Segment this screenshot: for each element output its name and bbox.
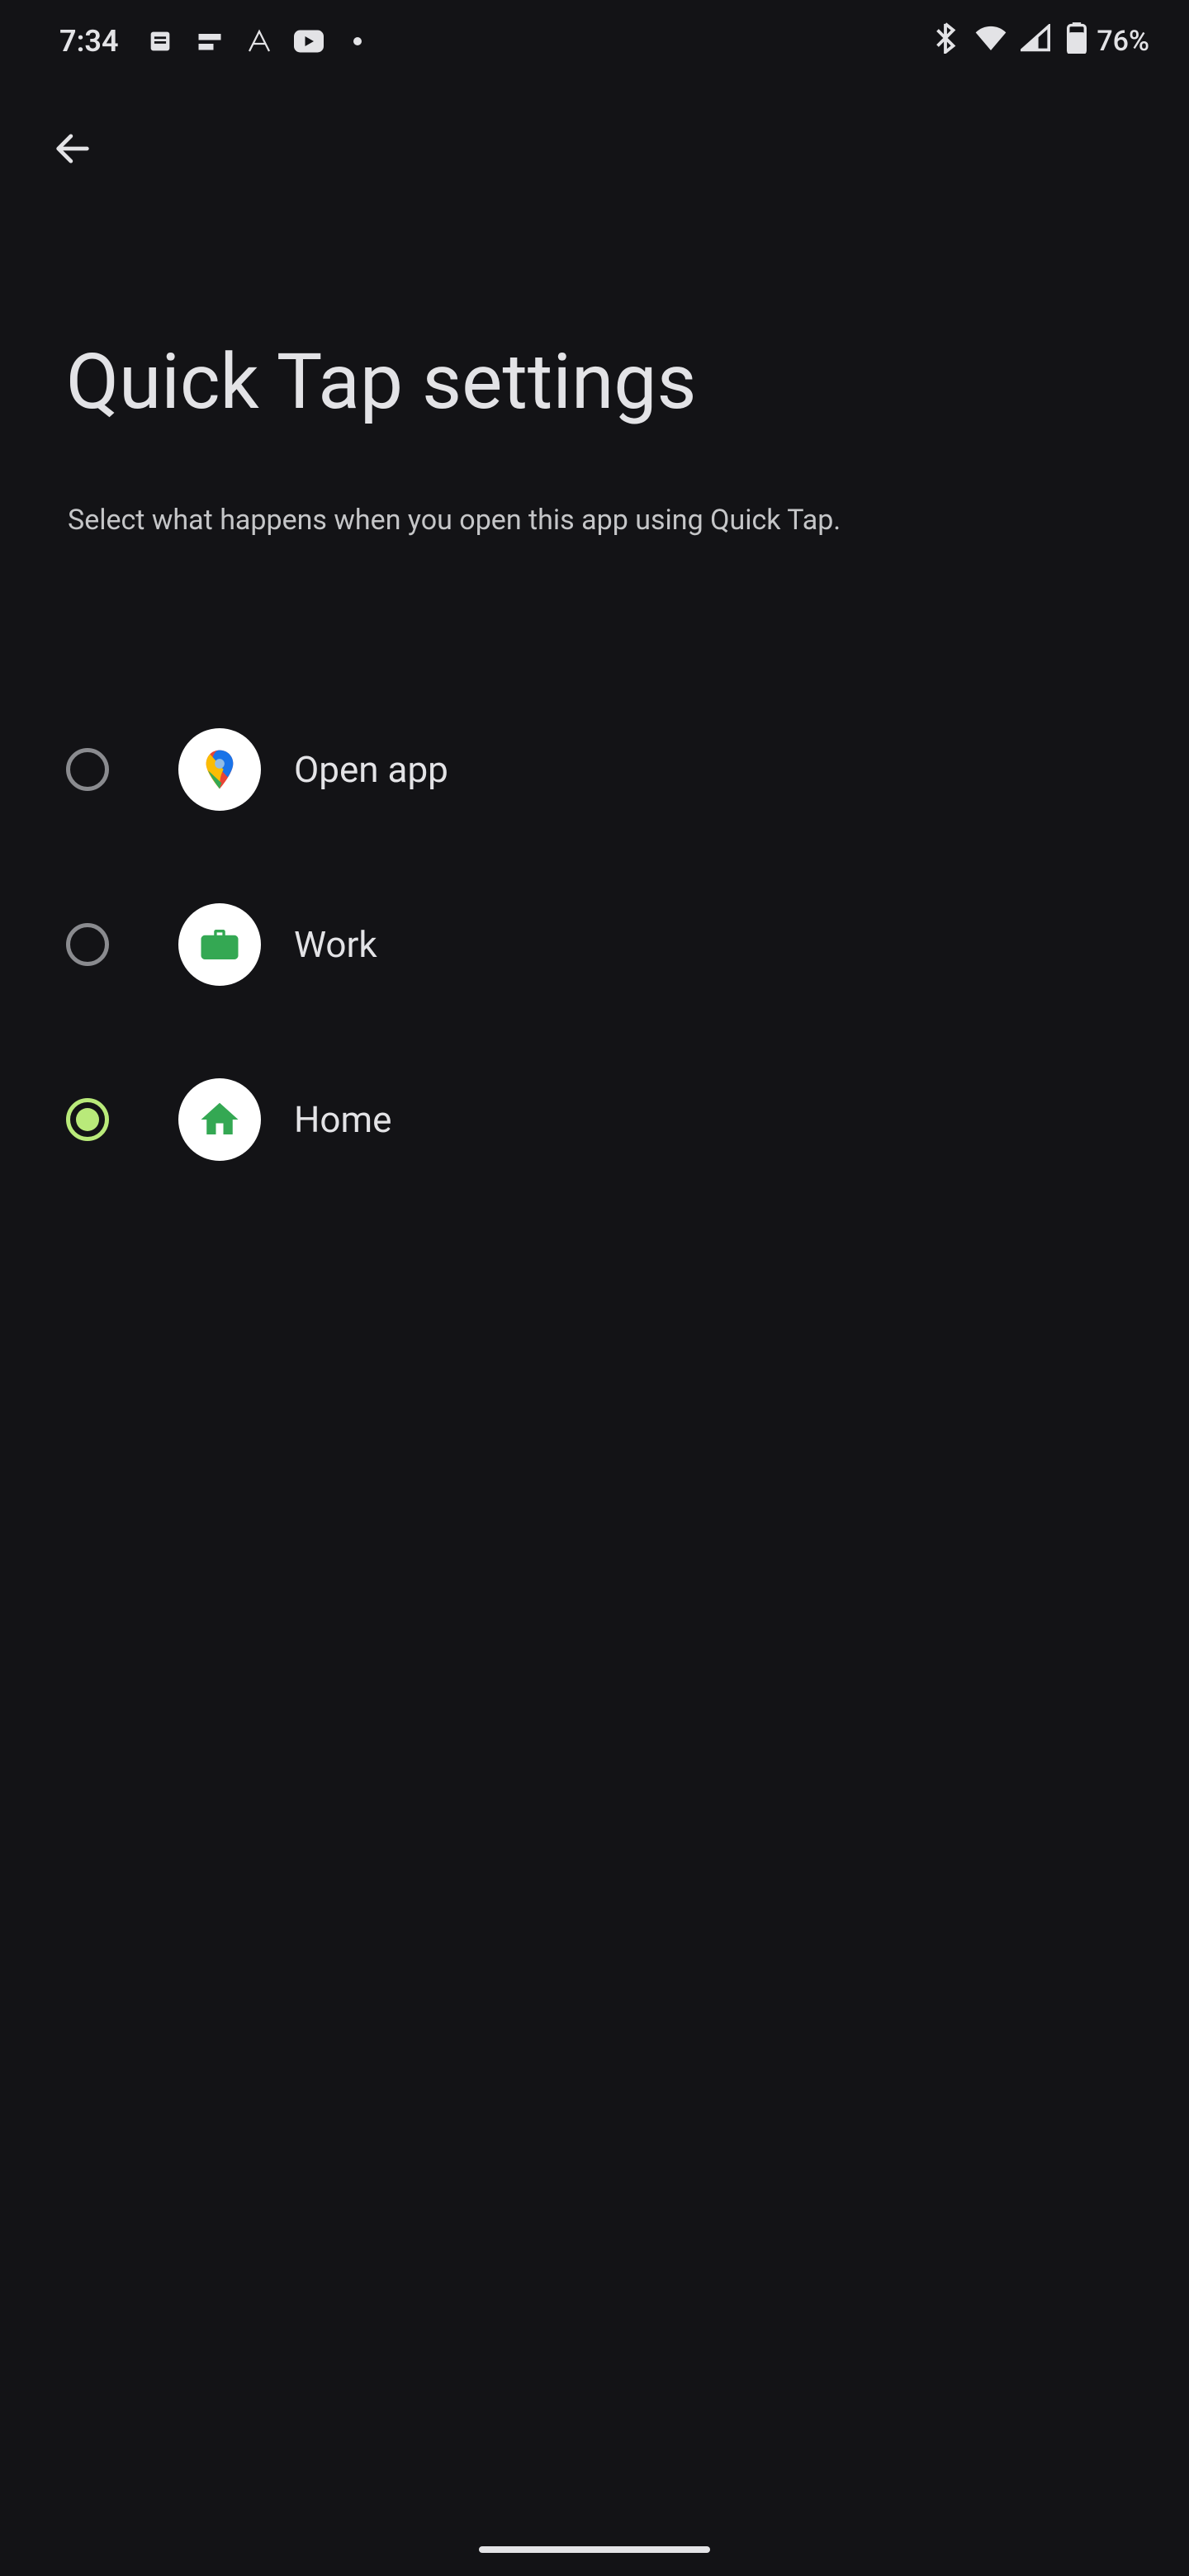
radio-work[interactable]	[66, 923, 109, 966]
maps-pin-icon	[178, 728, 261, 811]
signal-icon	[1021, 24, 1050, 59]
notification-youtube-icon	[294, 26, 324, 56]
briefcase-icon	[178, 903, 261, 986]
back-button[interactable]	[46, 122, 99, 175]
status-clock: 7:34	[59, 24, 119, 59]
battery-percent: 76%	[1097, 25, 1149, 58]
notification-message-icon	[145, 26, 175, 56]
page-title: Quick Tap settings	[0, 198, 1189, 427]
option-label: Work	[294, 923, 377, 966]
navigation-handle[interactable]	[479, 2546, 710, 2553]
page-subtitle: Select what happens when you open this a…	[0, 427, 1189, 542]
option-label: Open app	[294, 748, 448, 791]
options-list: Open app Work Home	[0, 542, 1189, 1207]
app-bar	[0, 99, 1189, 198]
option-open-app[interactable]: Open app	[66, 682, 1123, 857]
notification-app1-icon	[195, 26, 225, 56]
status-right: 76%	[933, 22, 1149, 61]
option-work[interactable]: Work	[66, 857, 1123, 1032]
radio-home[interactable]	[66, 1098, 109, 1141]
option-label: Home	[294, 1098, 391, 1141]
notification-more-icon	[353, 37, 362, 45]
option-home[interactable]: Home	[66, 1032, 1123, 1207]
wifi-icon	[974, 24, 1007, 59]
radio-open-app[interactable]	[66, 748, 109, 791]
battery-icon	[1067, 22, 1087, 61]
arrow-left-icon	[51, 127, 94, 170]
status-bar: 7:34 76%	[0, 0, 1189, 83]
status-left: 7:34	[59, 24, 362, 59]
notification-font-icon	[244, 26, 274, 56]
bluetooth-icon	[933, 22, 958, 61]
home-icon	[178, 1078, 261, 1161]
